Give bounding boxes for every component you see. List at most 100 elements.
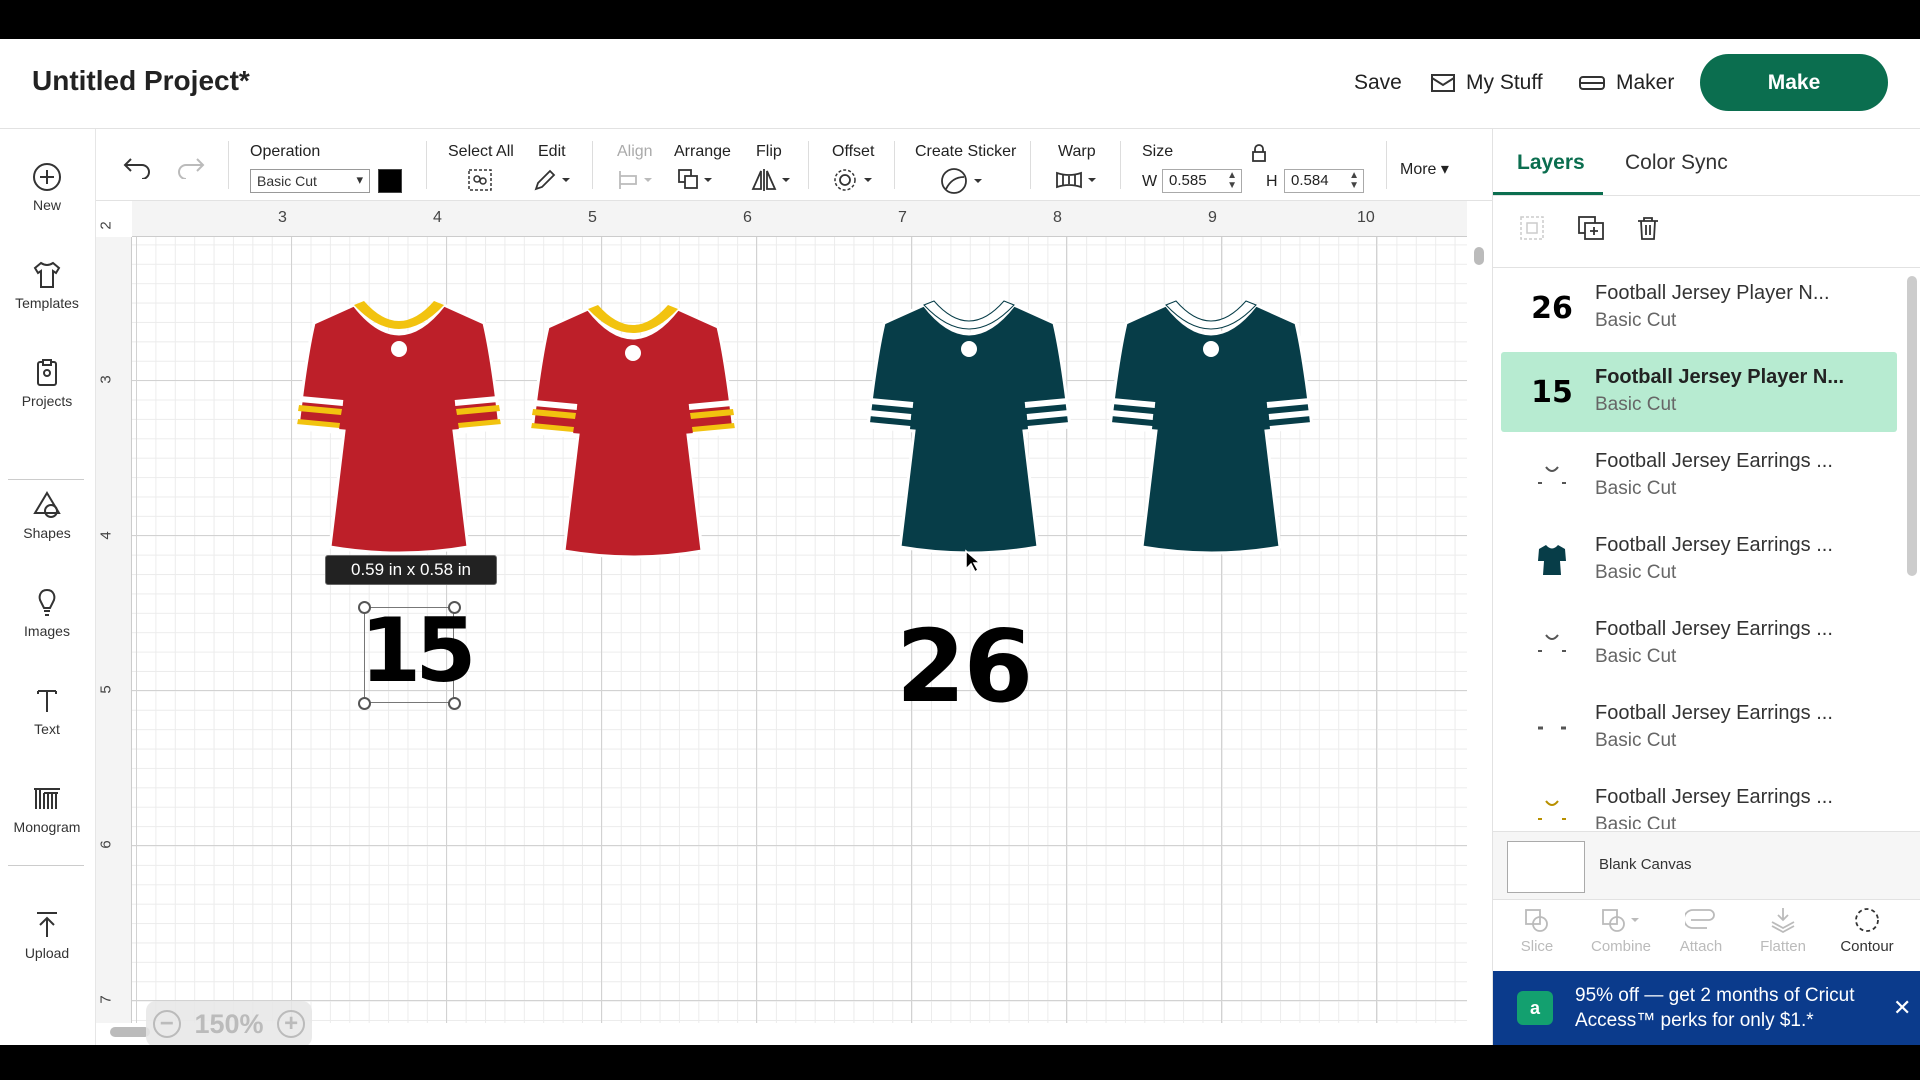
ruler-tick: 5	[588, 209, 597, 226]
red-jersey-1[interactable]	[292, 297, 506, 559]
sidebar-item-text[interactable]: Text	[0, 685, 94, 737]
flip-icon[interactable]	[750, 167, 794, 193]
layer-operation: Basic Cut	[1595, 478, 1677, 499]
green-jersey-1[interactable]	[862, 297, 1076, 559]
sidebar-label-monogram: Monogram	[13, 819, 81, 835]
layer-item[interactable]: Football Jersey Earrings ... Basic Cut	[1501, 688, 1897, 768]
undo-icon[interactable]	[122, 155, 152, 179]
resize-handle-bottom-left[interactable]	[358, 697, 371, 710]
layer-operation: Basic Cut	[1595, 730, 1677, 751]
combine-button[interactable]: Combine	[1581, 906, 1661, 955]
tab-layers[interactable]: Layers	[1517, 151, 1585, 175]
size-tooltip: 0.59 in x 0.58 in	[325, 555, 497, 585]
resize-handle-top-left[interactable]	[358, 601, 371, 614]
select-all-icon[interactable]	[466, 167, 494, 193]
ruler-tick: 4	[433, 209, 442, 226]
zoom-out-button[interactable]: −	[152, 1010, 181, 1038]
layer-item[interactable]: Football Jersey Earrings ... Basic Cut	[1501, 436, 1897, 516]
sticker-icon[interactable]	[940, 167, 986, 195]
resize-handle-top-right[interactable]	[448, 601, 461, 614]
toolbar-divider	[808, 141, 809, 189]
attach-button[interactable]: Attach	[1661, 906, 1741, 955]
sidebar-item-shapes[interactable]: Shapes	[0, 489, 94, 541]
number-15-art[interactable]: 15	[360, 601, 476, 701]
ruler-tick: 3	[97, 375, 115, 384]
tab-color-sync[interactable]: Color Sync	[1625, 151, 1728, 175]
number-26-art[interactable]: 26	[896, 611, 1033, 723]
header-bar: Untitled Project* Save My Stuff Maker Ma…	[0, 39, 1920, 129]
green-jersey-2[interactable]	[1104, 297, 1318, 559]
height-input[interactable]: 0.584 ▲ ▼	[1284, 169, 1364, 193]
sidebar-divider	[8, 865, 84, 866]
flip-label: Flip	[756, 143, 782, 160]
ruler-tick: 9	[1208, 209, 1217, 226]
attach-label: Attach	[1679, 938, 1723, 955]
combine-icon	[1602, 909, 1639, 932]
promo-banner[interactable]: a 95% off — get 2 months of Cricut Acces…	[1493, 971, 1920, 1045]
tabs-divider	[1493, 195, 1920, 196]
ruler-tick: 3	[278, 209, 287, 226]
operation-color-swatch[interactable]	[378, 169, 402, 193]
width-input[interactable]: 0.585 ▲ ▼	[1162, 169, 1242, 193]
toolbar-divider	[592, 141, 593, 189]
plus-circle-icon	[33, 163, 61, 191]
clipboard-icon	[37, 359, 57, 386]
layer-item-selected[interactable]: 15 Football Jersey Player N... Basic Cut	[1501, 352, 1897, 432]
arrange-icon[interactable]	[676, 167, 716, 193]
trash-icon[interactable]	[1635, 215, 1661, 241]
sidebar-item-new[interactable]: New	[0, 161, 94, 213]
ruler-tick: 5	[97, 685, 115, 694]
toolbar-divider	[1120, 141, 1121, 189]
size-label: Size	[1142, 143, 1174, 160]
sidebar-item-templates[interactable]: Templates	[0, 259, 94, 311]
duplicate-icon[interactable]	[1577, 215, 1605, 241]
layer-item[interactable]: Football Jersey Earrings ... Basic Cut	[1501, 520, 1897, 600]
layer-item[interactable]: Football Jersey Earrings ... Basic Cut	[1501, 604, 1897, 684]
contour-label: Contour	[1840, 938, 1894, 955]
more-button[interactable]: More ▾	[1400, 159, 1449, 179]
red-jersey-2[interactable]	[526, 301, 740, 563]
layer-item[interactable]: 26 Football Jersey Player N... Basic Cut	[1501, 268, 1897, 348]
contour-button[interactable]: Contour	[1827, 906, 1907, 955]
save-button[interactable]: Save	[1354, 71, 1402, 95]
flatten-button[interactable]: Flatten	[1743, 906, 1823, 955]
resize-handle-bottom-right[interactable]	[448, 697, 461, 710]
align-icon	[619, 171, 652, 189]
layer-name: Football Jersey Earrings ...	[1595, 702, 1833, 724]
operation-label: Operation	[250, 143, 321, 160]
sidebar-item-upload[interactable]: Upload	[0, 909, 94, 961]
warp-icon[interactable]	[1054, 167, 1100, 193]
ruler-tick: 10	[1357, 209, 1375, 226]
sidebar-item-images[interactable]: Images	[0, 587, 94, 639]
project-title[interactable]: Untitled Project*	[32, 65, 250, 97]
jersey-thumbnail-icon	[1521, 536, 1583, 584]
layer-name: Football Jersey Player N...	[1595, 366, 1844, 388]
zoom-in-button[interactable]: +	[277, 1010, 306, 1038]
height-stepper[interactable]: ▲ ▼	[1349, 171, 1359, 191]
lock-icon[interactable]	[1250, 143, 1268, 163]
maker-label: Maker	[1616, 71, 1675, 94]
sidebar-item-monogram[interactable]: Monogram	[0, 783, 94, 835]
sidebar-label-text: Text	[34, 721, 60, 737]
my-stuff-label: My Stuff	[1466, 71, 1543, 94]
layer-item[interactable]: Football Jersey Earrings ... Basic Cut	[1501, 772, 1897, 829]
ruler-horizontal: 3 4 5 6 7 8 9 10	[132, 201, 1467, 237]
design-canvas[interactable]: 3 4 5 6 7 8 9 10 2 3 4 5 6 7 0.59 in x 0…	[96, 201, 1492, 1045]
blank-canvas-swatch[interactable]	[1507, 841, 1585, 893]
maker-button[interactable]: Maker	[1578, 71, 1674, 95]
slice-button[interactable]: Slice	[1497, 906, 1577, 955]
my-stuff-button[interactable]: My Stuff	[1430, 71, 1543, 95]
close-icon[interactable]: ✕	[1893, 995, 1911, 1021]
operation-select[interactable]: Basic Cut	[250, 169, 370, 193]
blank-canvas-row[interactable]: Blank Canvas	[1493, 831, 1920, 899]
redo-icon[interactable]	[176, 155, 206, 179]
width-stepper[interactable]: ▲ ▼	[1227, 171, 1237, 191]
canvas-horizontal-scrollbar[interactable]	[110, 1027, 150, 1037]
layers-scrollbar[interactable]	[1907, 276, 1917, 576]
canvas-vertical-scrollbar[interactable]	[1474, 247, 1484, 265]
sidebar-item-projects[interactable]: Projects	[0, 357, 94, 409]
sidebar-label-projects: Projects	[21, 393, 73, 409]
offset-icon[interactable]	[832, 167, 876, 193]
pencil-dropdown-icon[interactable]	[532, 167, 572, 193]
make-button[interactable]: Make	[1700, 54, 1888, 111]
